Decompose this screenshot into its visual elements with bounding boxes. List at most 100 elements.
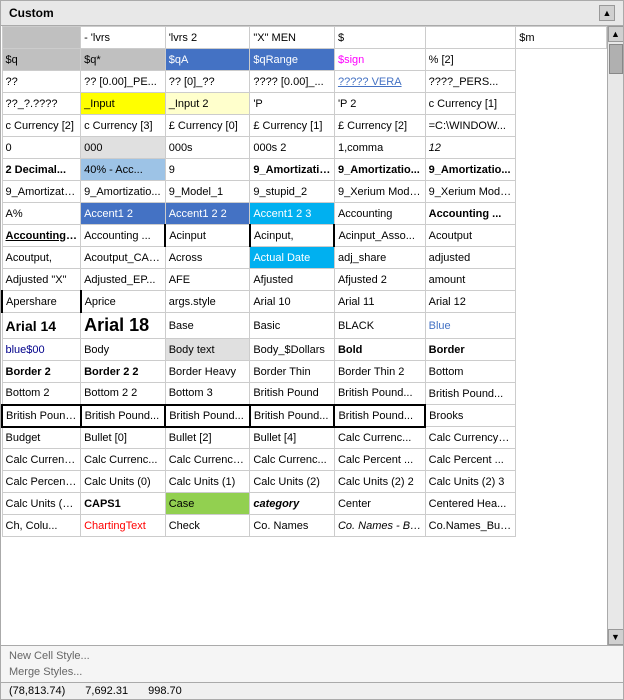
style-cell[interactable]: British Pound...: [425, 383, 516, 405]
style-cell[interactable]: Border Thin 2: [334, 361, 425, 383]
style-cell[interactable]: Bullet [4]: [250, 427, 335, 449]
style-cell[interactable]: Calc Currency (...: [425, 427, 516, 449]
style-cell[interactable]: Calc Currency (...: [165, 449, 250, 471]
style-cell[interactable]: blue$00: [2, 339, 81, 361]
style-cell[interactable]: Arial 18: [81, 313, 166, 339]
table-row[interactable]: - 'lvrs'lvrs 2"X" MEN$$m: [2, 27, 607, 49]
style-cell[interactable]: 9_Amortizatio...: [425, 159, 516, 181]
table-row[interactable]: ???? [0.00]_PE...?? [0]_?????? [0.00]_..…: [2, 71, 607, 93]
style-cell[interactable]: Acoutput_CASco...: [81, 247, 166, 269]
vertical-scrollbar[interactable]: ▲ ▼: [607, 26, 623, 645]
style-cell[interactable]: Acoutput,: [2, 247, 81, 269]
style-cell[interactable]: 000s: [165, 137, 250, 159]
style-cell[interactable]: Basic: [250, 313, 335, 339]
style-cell[interactable]: A%: [2, 203, 81, 225]
style-cell[interactable]: £ Currency [1]: [250, 115, 335, 137]
style-cell[interactable]: Border: [425, 339, 516, 361]
style-cell[interactable]: British Pound...: [334, 383, 425, 405]
merge-styles-button[interactable]: Merge Styles...: [9, 664, 615, 680]
style-cell[interactable]: $q: [2, 49, 81, 71]
style-cell[interactable]: 'P: [250, 93, 335, 115]
scrollbar-thumb[interactable]: [609, 44, 623, 74]
style-cell[interactable]: Accounting ...: [81, 225, 166, 247]
style-cell[interactable]: Bullet [0]: [81, 427, 166, 449]
style-cell[interactable]: Across: [165, 247, 250, 269]
style-cell[interactable]: Calc Units (2) 4: [2, 493, 81, 515]
style-cell[interactable]: Body: [81, 339, 166, 361]
style-cell[interactable]: c Currency [3]: [81, 115, 166, 137]
style-cell[interactable]: Calc Currenc...: [2, 449, 81, 471]
style-cell[interactable]: ???? [0.00]_...: [250, 71, 335, 93]
style-cell[interactable]: $sign: [334, 49, 425, 71]
style-cell[interactable]: Actual Date: [250, 247, 335, 269]
style-cell[interactable]: AFE: [165, 269, 250, 291]
table-row[interactable]: BudgetBullet [0]Bullet [2]Bullet [4]Calc…: [2, 427, 607, 449]
style-cell[interactable]: Calc Currenc...: [250, 449, 335, 471]
style-cell[interactable]: 'lvrs 2: [165, 27, 250, 49]
style-cell[interactable]: Border 2: [2, 361, 81, 383]
style-cell[interactable]: $q*: [81, 49, 166, 71]
style-cell[interactable]: British Pound...: [81, 405, 166, 427]
style-cell[interactable]: Afjusted: [250, 269, 335, 291]
style-cell[interactable]: ??: [2, 71, 81, 93]
style-cell[interactable]: Acinput,: [250, 225, 335, 247]
style-cell[interactable]: =C:\WINDOW...: [425, 115, 516, 137]
style-cell[interactable]: Bottom 2: [2, 383, 81, 405]
style-cell[interactable]: Body text: [165, 339, 250, 361]
table-row[interactable]: A%Accent1 2Accent1 2 2Accent1 2 3Account…: [2, 203, 607, 225]
style-cell[interactable]: Base: [165, 313, 250, 339]
style-cell[interactable]: British Pound...: [165, 405, 250, 427]
style-cell[interactable]: Calc Units (2): [250, 471, 335, 493]
style-cell[interactable]: $qRange: [250, 49, 335, 71]
style-cell[interactable]: 000: [81, 137, 166, 159]
style-cell[interactable]: British Pound: [250, 383, 335, 405]
table-row[interactable]: Border 2Border 2 2Border HeavyBorder Thi…: [2, 361, 607, 383]
style-cell[interactable]: Adjusted "X": [2, 269, 81, 291]
style-cell[interactable]: $qA: [165, 49, 250, 71]
style-cell[interactable]: ????_PERS...: [425, 71, 516, 93]
style-cell[interactable]: Budget: [2, 427, 81, 449]
style-cell[interactable]: ????? VERA: [334, 71, 425, 93]
style-cell[interactable]: 9_Amortization: [250, 159, 335, 181]
style-cell[interactable]: Check: [165, 515, 250, 537]
style-cell[interactable]: Brooks: [425, 405, 516, 427]
table-row[interactable]: Bottom 2Bottom 2 2Bottom 3British PoundB…: [2, 383, 607, 405]
style-cell[interactable]: British Pound...: [2, 405, 81, 427]
style-cell[interactable]: Calc Currenc...: [334, 427, 425, 449]
style-cell[interactable]: 0: [2, 137, 81, 159]
table-row[interactable]: ??_?.????_Input_Input 2'P'P 2c Currency …: [2, 93, 607, 115]
style-cell[interactable]: [425, 27, 516, 49]
style-cell[interactable]: Arial 12: [425, 291, 516, 313]
style-cell[interactable]: Bullet [2]: [165, 427, 250, 449]
table-row[interactable]: ApershareApriceargs.styleArial 10Arial 1…: [2, 291, 607, 313]
style-cell[interactable]: 9_Xerium Model ...: [425, 181, 516, 203]
style-cell[interactable]: Border Heavy: [165, 361, 250, 383]
style-cell[interactable]: Center: [334, 493, 425, 515]
style-cell[interactable]: Calc Currenc...: [81, 449, 166, 471]
style-cell[interactable]: Centered Hea...: [425, 493, 516, 515]
style-cell[interactable]: c Currency [1]: [425, 93, 516, 115]
style-cell[interactable]: 9_Amortizatio...: [81, 181, 166, 203]
style-cell[interactable]: British Pound...: [334, 405, 425, 427]
style-cell[interactable]: Arial 14: [2, 313, 81, 339]
style-cell[interactable]: Adjusted_EP...: [81, 269, 166, 291]
style-cell[interactable]: "X" MEN: [250, 27, 335, 49]
style-cell[interactable]: ?? [0]_??: [165, 71, 250, 93]
style-cell[interactable]: BLACK: [334, 313, 425, 339]
table-row[interactable]: Accounting ...Accounting ...AcinputAcinp…: [2, 225, 607, 247]
new-cell-style-button[interactable]: New Cell Style...: [9, 648, 615, 664]
style-cell[interactable]: Body_$Dollars: [250, 339, 335, 361]
style-cell[interactable]: Calc Units (0): [81, 471, 166, 493]
style-cell[interactable]: adj_share: [334, 247, 425, 269]
style-cell[interactable]: Accounting ...: [425, 203, 516, 225]
style-cell[interactable]: Apershare: [2, 291, 81, 313]
table-row[interactable]: Calc Percent (2)Calc Units (0)Calc Units…: [2, 471, 607, 493]
table-row[interactable]: Calc Currenc...Calc Currenc...Calc Curre…: [2, 449, 607, 471]
style-cell[interactable]: 9_Amortizatio...: [334, 159, 425, 181]
style-cell[interactable]: ??_?.????: [2, 93, 81, 115]
style-cell[interactable]: args.style: [165, 291, 250, 313]
table-row[interactable]: Arial 14Arial 18BaseBasicBLACKBlue: [2, 313, 607, 339]
style-cell[interactable]: CAPS1: [81, 493, 166, 515]
style-cell[interactable]: £ Currency [2]: [334, 115, 425, 137]
style-cell[interactable]: c Currency [2]: [2, 115, 81, 137]
